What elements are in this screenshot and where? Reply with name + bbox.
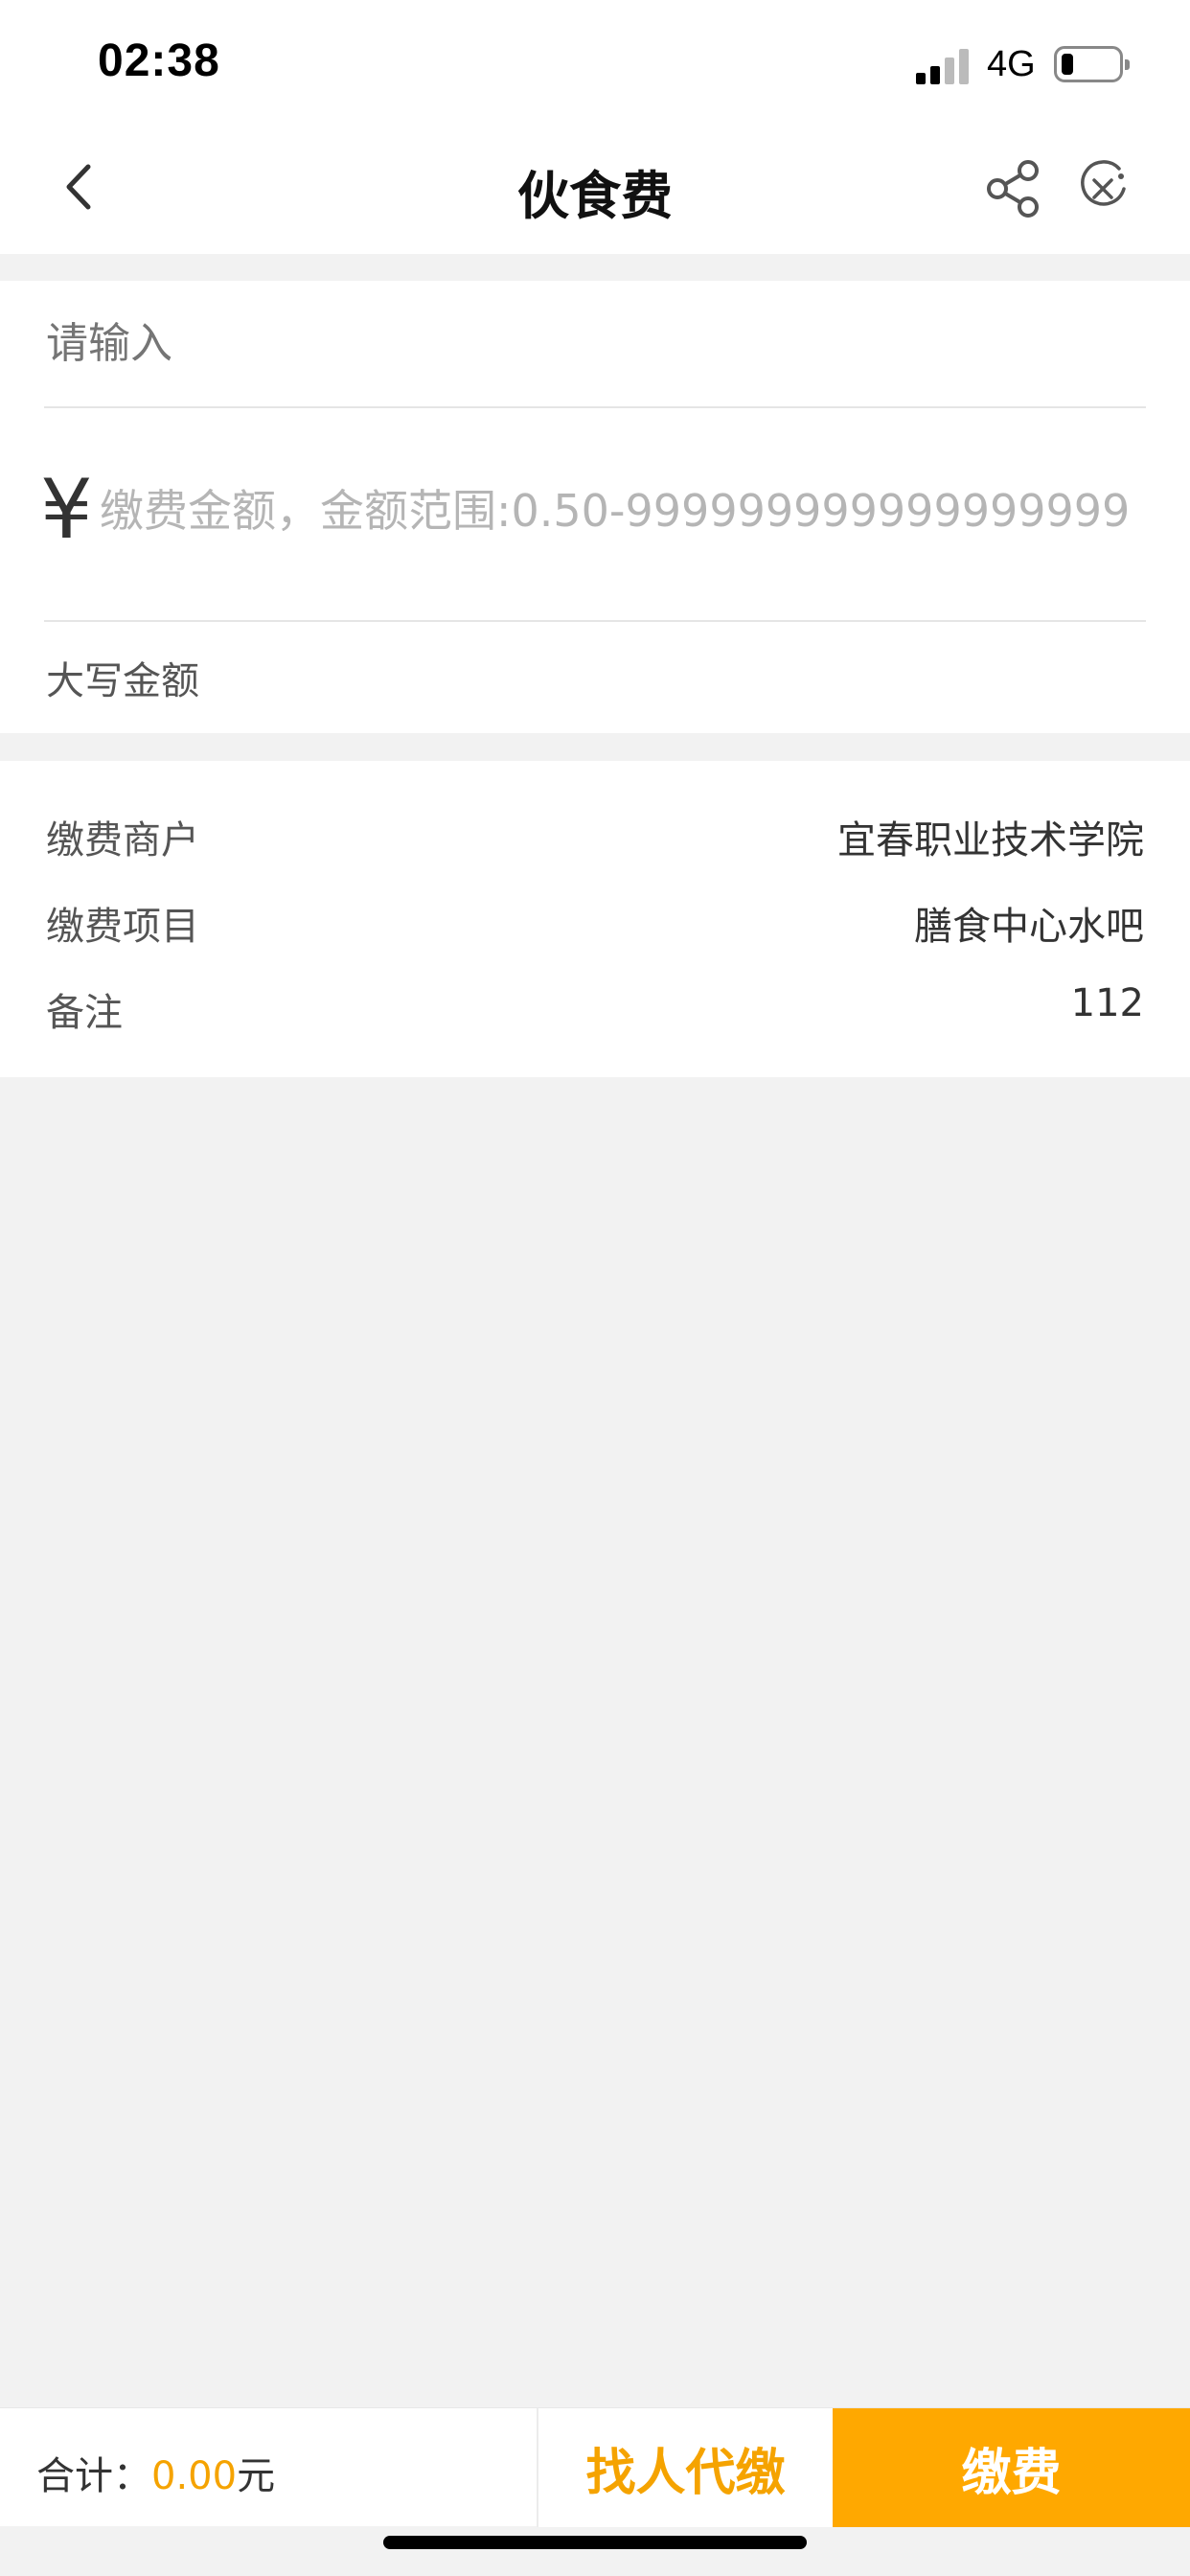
currency-symbol: ¥ xyxy=(40,462,93,558)
payment-form: ¥ 大写金额 xyxy=(0,281,1190,733)
share-icon xyxy=(987,160,1039,218)
info-row-merchant: 缴费商户 宜春职业技术学院 xyxy=(46,809,1144,866)
navigation-bar: 伙食费 xyxy=(0,125,1190,254)
total-summary: 合计：0.00元 xyxy=(36,2445,275,2500)
status-bar: 02:38 4G xyxy=(0,0,1190,125)
total-label: 合计： xyxy=(36,2454,151,2498)
home-indicator xyxy=(383,2536,807,2549)
uppercase-amount-label: 大写金额 xyxy=(46,659,199,703)
divider xyxy=(44,620,1146,622)
info-row-item: 缴费项目 膳食中心水吧 xyxy=(46,895,1144,953)
close-button[interactable] xyxy=(1071,157,1134,220)
total-amount: 0.00 xyxy=(151,2454,238,2498)
info-value: 膳食中心水吧 xyxy=(914,905,1144,949)
status-time: 02:38 xyxy=(98,35,220,86)
share-button[interactable] xyxy=(979,155,1046,222)
payer-input[interactable] xyxy=(46,310,1144,377)
battery-icon xyxy=(1054,46,1130,82)
pay-button[interactable]: 缴费 xyxy=(833,2408,1190,2527)
payment-info: 缴费商户 宜春职业技术学院 缴费项目 膳食中心水吧 备注 112 xyxy=(0,761,1190,1077)
bottom-action-bar: 合计：0.00元 找人代缴 缴费 xyxy=(0,2407,1190,2527)
signal-strength-icon xyxy=(916,46,970,84)
info-row-remark: 备注 112 xyxy=(46,981,1144,1039)
divider xyxy=(44,406,1146,408)
info-value: 112 xyxy=(1070,981,1144,1025)
network-type: 4G xyxy=(987,44,1036,84)
info-label: 备注 xyxy=(46,991,123,1035)
close-circle-icon xyxy=(1081,160,1126,206)
amount-input[interactable] xyxy=(100,477,1146,544)
info-value: 宜春职业技术学院 xyxy=(837,818,1144,862)
proxy-pay-button[interactable]: 找人代缴 xyxy=(537,2408,833,2527)
info-label: 缴费商户 xyxy=(46,818,199,862)
total-unit: 元 xyxy=(237,2454,276,2498)
info-label: 缴费项目 xyxy=(46,905,199,949)
